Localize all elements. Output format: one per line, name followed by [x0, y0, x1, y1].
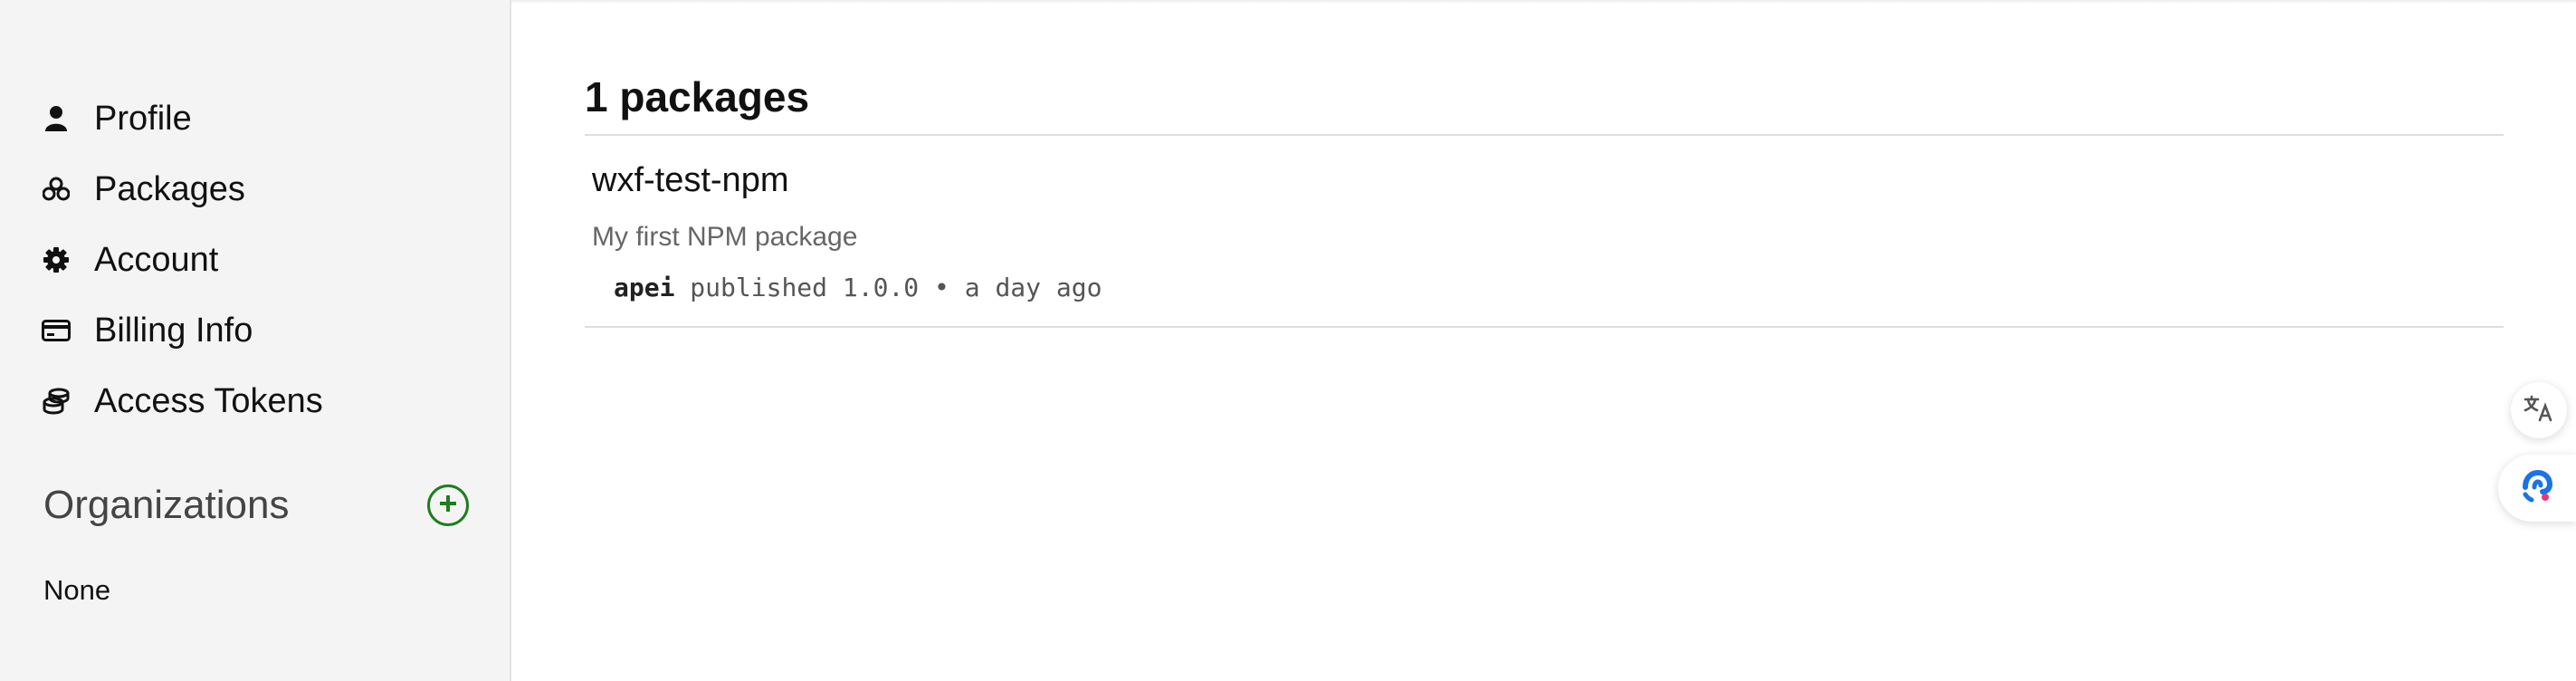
- sidebar-item-billing-info[interactable]: Billing Info: [42, 295, 323, 366]
- package-description: My first NPM package: [592, 222, 858, 252]
- coins-icon: [42, 387, 71, 416]
- header-shadow: [511, 0, 2576, 4]
- sidebar: Profile Packages Account Billing Info Ac…: [0, 0, 511, 681]
- package-name-link[interactable]: wxf-test-npm: [592, 161, 788, 200]
- main-content: 1 packages wxf-test-npm My first NPM pac…: [585, 65, 2504, 328]
- sidebar-item-access-tokens[interactable]: Access Tokens: [42, 366, 323, 436]
- sidebar-item-account[interactable]: Account: [42, 225, 323, 295]
- add-organization-button[interactable]: [427, 484, 469, 526]
- publisher-link[interactable]: apei: [614, 273, 674, 302]
- plus-circle-icon: [438, 494, 458, 518]
- sidebar-item-label: Billing Info: [94, 311, 253, 350]
- sidebar-item-label: Access Tokens: [94, 381, 323, 420]
- sidebar-item-profile[interactable]: Profile: [42, 83, 323, 154]
- assistant-icon: [2518, 467, 2556, 510]
- sidebar-item-label: Profile: [94, 99, 192, 138]
- page: Profile Packages Account Billing Info Ac…: [0, 0, 2576, 681]
- package-list-item: wxf-test-npm My first NPM package apei p…: [585, 136, 2504, 328]
- packages-icon: [42, 175, 71, 204]
- organizations-empty: None: [43, 574, 111, 606]
- published-info: published 1.0.0 • a day ago: [674, 273, 1102, 302]
- translate-button[interactable]: [2511, 382, 2567, 438]
- assistant-button[interactable]: [2498, 455, 2576, 522]
- package-meta: apei published 1.0.0 • a day ago: [614, 273, 2504, 302]
- page-title: 1 packages: [585, 65, 2504, 136]
- gear-icon: [42, 245, 71, 274]
- credit-card-icon: [42, 316, 71, 345]
- person-icon: [42, 104, 71, 133]
- organizations-title: Organizations: [43, 483, 290, 527]
- sidebar-item-label: Account: [94, 240, 219, 279]
- sidebar-item-label: Packages: [94, 169, 245, 208]
- translate-icon: [2524, 395, 2554, 427]
- sidebar-item-packages[interactable]: Packages: [42, 154, 323, 225]
- organizations-header: Organizations: [43, 478, 469, 532]
- sidebar-nav: Profile Packages Account Billing Info Ac…: [42, 83, 323, 436]
